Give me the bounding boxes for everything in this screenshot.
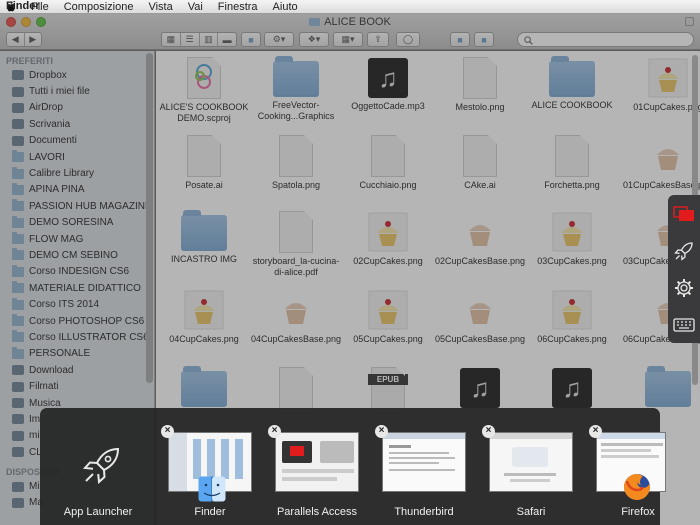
- firefox-icon: [624, 474, 651, 500]
- safari-thumbnail: [489, 432, 573, 492]
- thunderbird-thumbnail: [382, 432, 466, 492]
- window-switch-button[interactable]: [668, 195, 700, 232]
- close-app-button[interactable]: ×: [161, 425, 174, 438]
- app-label-launcher: App Launcher: [63, 506, 133, 518]
- gear-icon: [675, 278, 693, 297]
- app-tile-finder[interactable]: × Finder: [154, 408, 258, 525]
- window-switch-icon: [673, 205, 694, 221]
- app-label-finder: Finder: [194, 506, 226, 518]
- menu-help[interactable]: Aiuto: [273, 1, 298, 13]
- close-app-button[interactable]: ×: [268, 425, 281, 438]
- app-label-safari: Safari: [516, 506, 546, 518]
- parallels-thumbnail: [275, 432, 359, 492]
- close-app-button[interactable]: ×: [482, 425, 495, 438]
- close-app-button[interactable]: ×: [375, 425, 388, 438]
- menu-go[interactable]: Vai: [188, 1, 203, 13]
- app-label-parallels-access: Parallels Access: [276, 506, 358, 518]
- parallels-side-palette: [668, 195, 700, 343]
- keyboard-button[interactable]: [668, 306, 700, 343]
- app-label-firefox: Firefox: [621, 506, 655, 518]
- settings-button[interactable]: [668, 269, 700, 306]
- app-tile-thunderbird[interactable]: × Thunderbird: [368, 408, 472, 525]
- keyboard-icon: [673, 317, 695, 332]
- menu-bar: Finder File Composizione Vista Vai Fines…: [0, 0, 700, 14]
- app-tile-safari[interactable]: × Safari: [475, 408, 579, 525]
- menu-view[interactable]: Vista: [148, 1, 172, 13]
- app-tile-firefox[interactable]: × Firefox: [582, 408, 686, 525]
- finder-icon: [198, 476, 226, 502]
- app-label-thunderbird: Thunderbird: [394, 506, 454, 518]
- rocket-icon: [674, 241, 693, 261]
- rocket-icon: [82, 447, 120, 485]
- app-tile-parallels-access[interactable]: × Parallels Access: [261, 408, 365, 525]
- menu-window[interactable]: Finestra: [218, 1, 258, 13]
- app-switcher: App Launcher × Finder × Parallels Access: [40, 408, 666, 525]
- app-launcher-button[interactable]: [668, 232, 700, 269]
- app-launcher-tile[interactable]: App Launcher: [46, 408, 150, 525]
- close-app-button[interactable]: ×: [589, 425, 602, 438]
